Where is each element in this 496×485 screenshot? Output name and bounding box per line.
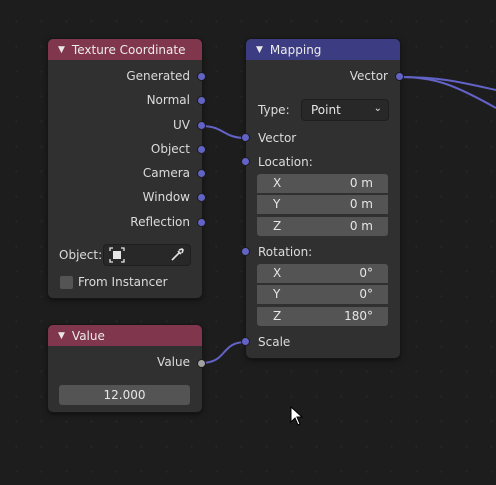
mouse-cursor-icon [290, 406, 304, 426]
axis-label: Y [273, 287, 281, 301]
texture-coordinate-node[interactable]: ▼ Texture Coordinate Generated Normal UV… [48, 39, 202, 298]
from-instancer-label: From Instancer [78, 275, 168, 289]
eyedropper-icon[interactable] [169, 247, 185, 263]
link-value-to-scale[interactable] [200, 341, 247, 364]
axis-value: 0° [359, 287, 373, 301]
location-y-field[interactable]: Y 0 m [257, 195, 388, 214]
rotation-label: Rotation: [258, 245, 313, 259]
type-dropdown[interactable]: Point ⌄ [302, 100, 388, 120]
output-generated: Generated [126, 69, 190, 83]
rotation-x-field[interactable]: X 0° [257, 264, 388, 283]
axis-label: X [273, 266, 282, 280]
value-header[interactable]: ▼ Value [48, 325, 202, 346]
axis-value: 0 m [349, 197, 373, 211]
location-label: Location: [258, 155, 313, 169]
socket-vector-output[interactable] [395, 72, 404, 81]
collapse-chevron-icon[interactable]: ▼ [256, 45, 263, 55]
output-object: Object [150, 142, 190, 156]
object-field[interactable] [104, 245, 190, 265]
type-label: Type: [258, 103, 290, 117]
scale-label: Scale [258, 335, 291, 349]
socket-vector-input[interactable] [241, 133, 250, 142]
socket-generated[interactable] [197, 72, 206, 81]
mapping-header[interactable]: ▼ Mapping [246, 39, 400, 60]
socket-window[interactable] [197, 193, 206, 202]
output-normal: Normal [146, 93, 190, 107]
location-x-field[interactable]: X 0 m [257, 174, 388, 193]
socket-location-input[interactable] [241, 157, 250, 166]
texture-coordinate-header[interactable]: ▼ Texture Coordinate [48, 39, 202, 60]
output-window: Window [142, 190, 190, 204]
socket-reflection[interactable] [197, 218, 206, 227]
input-vector-label: Vector [258, 131, 297, 145]
output-camera: Camera [142, 166, 190, 180]
link-vector-out-2[interactable] [399, 76, 496, 109]
socket-uv[interactable] [197, 121, 206, 130]
link-uv-to-vector[interactable] [200, 125, 247, 139]
object-icon [109, 247, 125, 263]
axis-label: X [273, 176, 282, 190]
axis-value: 180° [344, 309, 373, 323]
socket-camera[interactable] [197, 169, 206, 178]
axis-value: 0 m [349, 219, 373, 233]
node-title: Value [71, 328, 105, 343]
output-uv: UV [173, 118, 190, 132]
axis-label: Y [273, 197, 281, 211]
socket-value-output[interactable] [197, 359, 206, 368]
link-vector-out-1[interactable] [399, 76, 496, 91]
axis-label: Z [273, 309, 282, 323]
socket-rotation-input[interactable] [241, 247, 250, 256]
socket-normal[interactable] [197, 96, 206, 105]
socket-object[interactable] [197, 145, 206, 154]
output-reflection: Reflection [130, 215, 190, 229]
socket-scale-input[interactable] [241, 337, 250, 346]
rotation-y-field[interactable]: Y 0° [257, 285, 388, 304]
object-label: Object: [59, 248, 103, 262]
node-title: Texture Coordinate [71, 42, 186, 57]
rotation-z-field[interactable]: Z 180° [257, 307, 388, 326]
collapse-chevron-icon[interactable]: ▼ [58, 45, 65, 55]
location-z-field[interactable]: Z 0 m [257, 217, 388, 236]
axis-label: Z [273, 219, 282, 233]
chevron-down-icon: ⌄ [373, 103, 382, 114]
collapse-chevron-icon[interactable]: ▼ [58, 331, 65, 341]
axis-value: 0° [359, 266, 373, 280]
from-instancer-checkbox[interactable] [60, 276, 73, 289]
axis-value: 0 m [349, 176, 373, 190]
value-field[interactable]: 12.000 [59, 385, 190, 405]
mapping-node[interactable]: ▼ Mapping Vector Type: Point ⌄ Vector Lo… [246, 39, 400, 358]
node-title: Mapping [269, 42, 322, 57]
output-vector: Vector [349, 69, 388, 83]
type-value: Point [311, 103, 341, 117]
output-value: Value [157, 355, 190, 369]
value-node[interactable]: ▼ Value Value 12.000 [48, 325, 202, 412]
